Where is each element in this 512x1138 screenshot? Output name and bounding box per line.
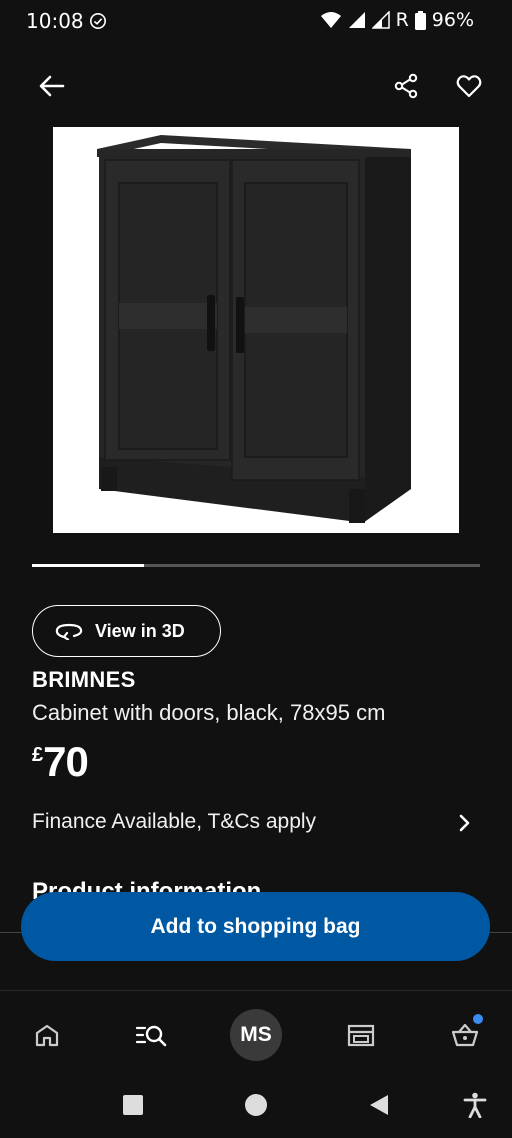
finance-row[interactable]: Finance Available, T&Cs apply xyxy=(0,800,512,848)
nav-account[interactable]: MS xyxy=(230,1009,282,1061)
back-button[interactable] xyxy=(34,68,70,104)
rotate-3d-icon xyxy=(55,623,83,640)
nav-home[interactable] xyxy=(21,1009,73,1061)
accessibility-icon xyxy=(463,1092,487,1118)
status-indicators: R 96% xyxy=(320,9,474,31)
check-circle-icon xyxy=(89,12,107,30)
price-value: 70 xyxy=(43,738,89,785)
search-list-icon xyxy=(135,1025,167,1047)
wifi-icon xyxy=(320,12,341,28)
battery-icon xyxy=(414,10,426,30)
home-icon xyxy=(35,1024,59,1047)
battery-percent: 96% xyxy=(431,9,474,31)
signal-icon xyxy=(371,11,390,29)
carousel-progress xyxy=(32,564,144,567)
product-price: £ 70 xyxy=(32,738,89,786)
nav-basket[interactable] xyxy=(439,1009,491,1061)
view-in-3d-button[interactable]: View in 3D xyxy=(32,605,221,657)
product-description: Cabinet with doors, black, 78x95 cm xyxy=(32,700,386,725)
square-icon xyxy=(123,1095,143,1115)
home-system-button[interactable] xyxy=(243,1092,269,1118)
status-bar: 10:08 R 96% xyxy=(0,0,512,42)
system-navigation xyxy=(0,1072,512,1138)
avatar-initials: MS xyxy=(240,1023,272,1046)
network-label: R xyxy=(395,9,409,31)
store-icon xyxy=(347,1024,375,1047)
favourite-button[interactable] xyxy=(451,68,487,104)
add-to-bag-button[interactable]: Add to shopping bag xyxy=(21,892,490,961)
basket-icon xyxy=(451,1023,479,1047)
heart-icon xyxy=(456,75,482,98)
basket-badge xyxy=(473,1014,483,1024)
circle-icon xyxy=(245,1094,267,1116)
chevron-right-icon xyxy=(452,810,476,836)
bottom-navigation: MS xyxy=(0,990,512,1070)
cabinet-illustration xyxy=(97,135,411,523)
nav-search[interactable] xyxy=(125,1009,177,1061)
top-bar xyxy=(0,60,512,112)
recents-button[interactable] xyxy=(120,1092,146,1118)
status-time: 10:08 xyxy=(26,9,84,33)
share-button[interactable] xyxy=(388,68,424,104)
triangle-back-icon xyxy=(370,1095,388,1115)
signal-icon xyxy=(348,12,365,28)
price-currency: £ xyxy=(32,744,44,766)
product-name: BRIMNES xyxy=(32,667,136,692)
avatar: MS xyxy=(230,1009,282,1061)
finance-label: Finance Available, T&Cs apply xyxy=(32,810,317,833)
share-icon xyxy=(394,73,418,99)
accessibility-button[interactable] xyxy=(462,1092,488,1118)
view-in-3d-label: View in 3D xyxy=(95,620,185,641)
back-system-button[interactable] xyxy=(366,1092,392,1118)
add-to-bag-label: Add to shopping bag xyxy=(150,914,361,938)
product-image[interactable] xyxy=(53,127,459,533)
back-arrow-icon xyxy=(39,75,65,97)
image-carousel-indicator xyxy=(32,564,480,567)
nav-stores[interactable] xyxy=(335,1009,387,1061)
